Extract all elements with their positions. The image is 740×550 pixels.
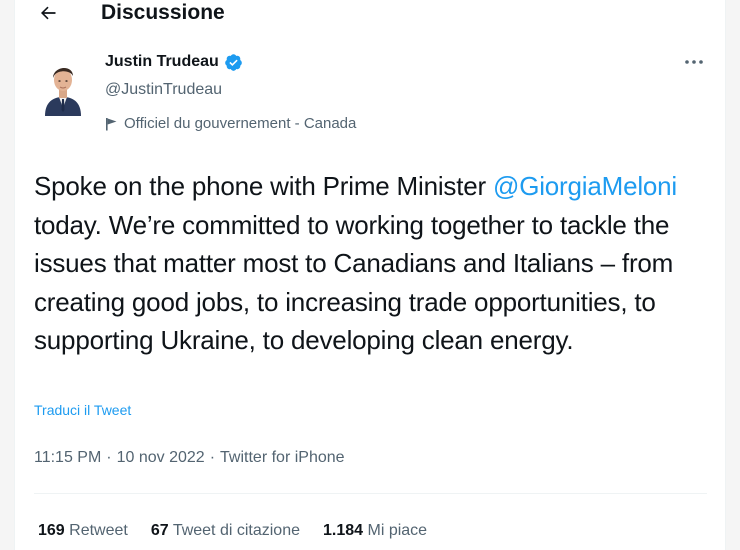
- retweets-label: Retweet: [69, 522, 128, 539]
- government-label: Officiel du gouvernement - Canada: [105, 114, 356, 134]
- retweets-stat[interactable]: 169 Retweet: [38, 520, 128, 542]
- quote-tweets-label: Tweet di citazione: [172, 522, 300, 539]
- author-name-link[interactable]: Justin Trudeau: [105, 52, 243, 72]
- translate-tweet-link[interactable]: Traduci il Tweet: [34, 401, 131, 419]
- divider: [34, 493, 707, 494]
- page-header: Discussione: [15, 0, 725, 30]
- likes-label: Mi piace: [367, 522, 428, 539]
- retweets-count: 169: [38, 522, 65, 539]
- tweet-detail-panel: Discussione Justin Trudeau @JustinTrudea…: [14, 0, 726, 550]
- tweet-text-start: Spoke on the phone with Prime Minister: [34, 171, 493, 201]
- more-options-button[interactable]: [681, 52, 707, 72]
- likes-count: 1.184: [323, 522, 364, 539]
- avatar[interactable]: [41, 52, 85, 116]
- tweet-source[interactable]: Twitter for iPhone: [220, 447, 345, 469]
- page-title: Discussione: [101, 1, 225, 24]
- back-button[interactable]: [33, 0, 63, 28]
- meta-separator: ·: [106, 449, 112, 466]
- verified-badge-icon: [224, 53, 242, 71]
- engagement-stats: 169 Retweet 67 Tweet di citazione 1.184 …: [38, 520, 427, 542]
- arrow-left-icon: [41, 6, 56, 20]
- tweet-metadata: 11:15 PM · 10 nov 2022 · Twitter for iPh…: [34, 447, 345, 469]
- author-handle[interactable]: @JustinTrudeau: [105, 80, 222, 100]
- tweet-time[interactable]: 11:15 PM: [34, 447, 101, 469]
- tweet-date[interactable]: 10 nov 2022: [117, 447, 205, 469]
- likes-stat[interactable]: 1.184 Mi piace: [323, 520, 427, 542]
- quote-tweets-stat[interactable]: 67 Tweet di citazione: [151, 520, 300, 542]
- author-name: Justin Trudeau: [105, 53, 219, 70]
- tweet-text-end: today. We’re committed to working togeth…: [34, 209, 674, 356]
- more-horizontal-icon: [685, 60, 703, 64]
- government-label-text: Officiel du gouvernement - Canada: [124, 115, 357, 132]
- quote-tweets-count: 67: [150, 522, 169, 539]
- flag-icon: [106, 118, 117, 131]
- mention-link[interactable]: @GiorgiaMeloni: [493, 171, 677, 201]
- tweet-body: Spoke on the phone with Prime Minister @…: [34, 167, 704, 360]
- meta-separator: ·: [209, 449, 216, 466]
